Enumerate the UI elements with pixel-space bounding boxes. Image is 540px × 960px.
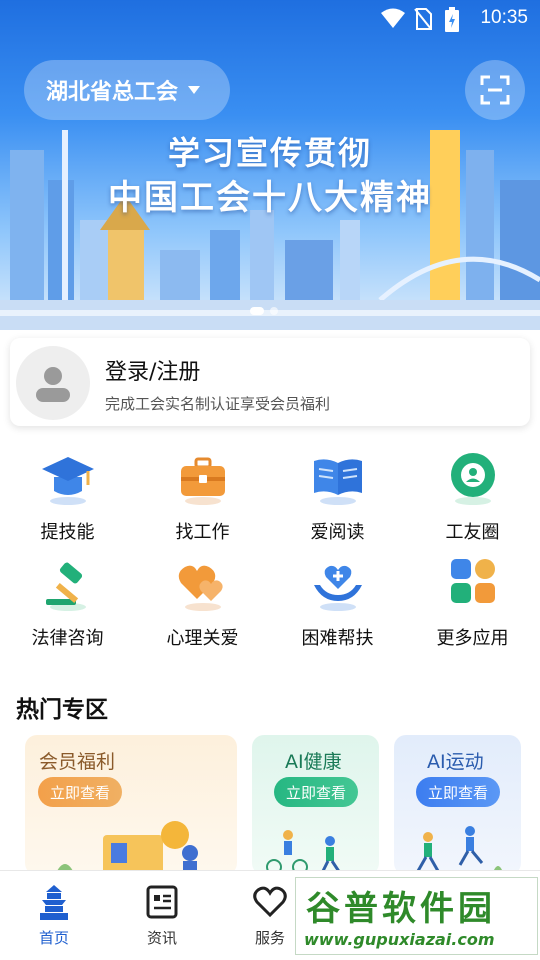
avatar [16,346,90,420]
status-bar: 10:35 [0,0,540,38]
watermark-url: www.gupuxiazai.com [304,930,495,949]
carousel-dot [250,307,264,315]
graduation-cap-icon [42,457,94,505]
runners-illustration [416,826,504,875]
grid-item-reading[interactable]: 爱阅读 [270,445,405,545]
clock: 10:35 [480,7,528,28]
home-tower-icon [40,885,68,920]
user-icon [36,367,70,402]
org-name: 湖北省总工会 [46,80,179,105]
grid-label: 爱阅读 [310,522,365,543]
scan-button[interactable] [465,60,525,120]
news-icon [146,885,178,919]
grid-label: 心理关爱 [166,628,239,649]
grid-item-jobs[interactable]: 找工作 [135,445,270,545]
grid-item-more-apps[interactable]: 更多应用 [405,551,540,651]
camera-aperture-icon [451,453,495,505]
briefcase-icon [181,457,225,505]
tab-label: 首页 [38,929,69,947]
card-title: 会员福利 [39,751,116,773]
card-title: AI健康 [285,751,342,773]
battery-charging-icon [445,7,459,32]
card-ai-health[interactable]: AI健康 立即查看 [252,735,379,875]
heart-icon [253,886,287,918]
view-now-button[interactable]: 立即查看 [38,777,122,807]
watermark-text: 谷普软件园 [306,889,496,929]
grid-label: 困难帮扶 [301,628,374,649]
watermark: 谷普软件园 www.gupuxiazai.com [295,877,538,955]
tab-home[interactable]: 首页 [0,871,108,960]
carousel-dot [270,307,278,315]
grid-item-legal[interactable]: 法律咨询 [0,551,135,651]
grid-label: 法律咨询 [31,628,104,649]
open-book-icon [314,459,362,505]
login-card[interactable]: 登录/注册 完成工会实名制认证享受会员福利 [10,338,530,426]
wifi-icon [381,8,405,28]
tab-news[interactable]: 资讯 [108,871,216,960]
hearts-icon [178,565,223,611]
login-subtitle: 完成工会实名制认证享受会员福利 [105,395,331,413]
org-selector[interactable]: 湖北省总工会 [24,60,230,120]
carousel-indicator [250,307,278,315]
shopping-illustration [55,821,198,875]
scan-icon [480,75,510,105]
view-now-button[interactable]: 立即查看 [274,777,358,807]
grid-item-hardship-aid[interactable]: 困难帮扶 [270,551,405,651]
grid-item-workmates[interactable]: 工友圈 [405,445,540,545]
grid-label: 工友圈 [445,522,500,543]
grid-label: 更多应用 [436,628,509,649]
view-now-button[interactable]: 立即查看 [416,777,500,807]
hot-zone-title: 热门专区 [16,697,108,723]
card-title: AI运动 [427,751,484,773]
card-member-welfare[interactable]: 会员福利 立即查看 [25,735,237,875]
tab-label: 资讯 [146,929,177,947]
gavel-icon [46,562,86,611]
login-title[interactable]: 登录/注册 [105,354,200,386]
banner-slogan-line1: 学习宣传贯彻 [167,134,372,172]
grid-label: 提技能 [40,522,95,543]
grid-item-skills[interactable]: 提技能 [0,445,135,545]
grid-item-mental-care[interactable]: 心理关爱 [135,551,270,651]
hero-banner[interactable]: 10:35 湖北省总工会 学习宣传贯彻 中国工会十八大精神 [0,0,540,330]
no-sim-icon [414,8,432,30]
caret-down-icon [188,86,201,94]
cyclists-illustration [266,830,342,875]
banner-slogan-line2: 中国工会十八大精神 [108,178,432,218]
card-ai-sport[interactable]: AI运动 立即查看 [394,735,521,875]
helping-hands-icon [314,565,362,611]
apps-grid-icon [451,559,495,603]
grid-label: 找工作 [175,522,230,543]
